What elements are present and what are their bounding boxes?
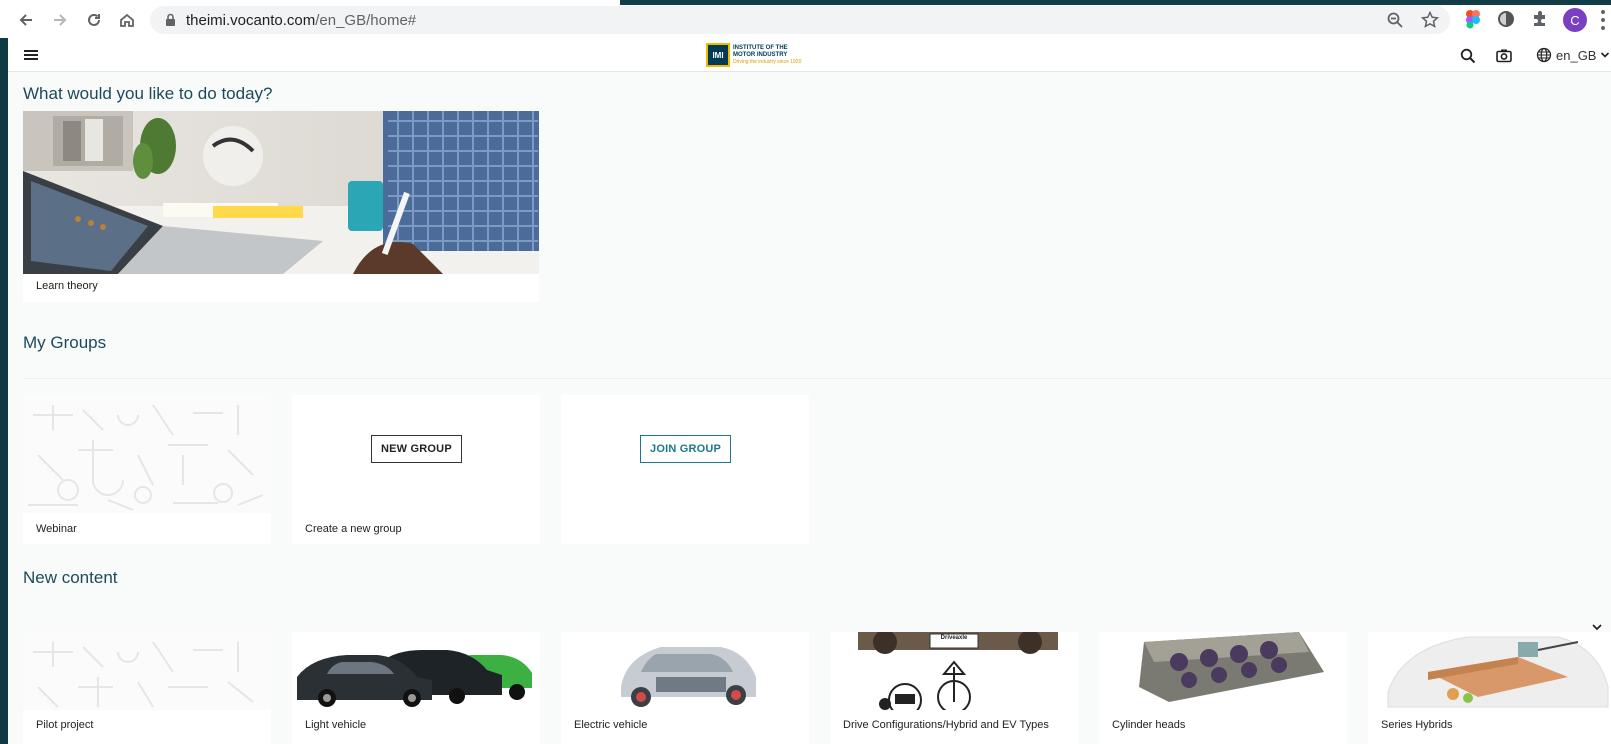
webinar-label: Webinar [36,523,77,535]
window-edge-left [0,544,8,744]
extensions-puzzle-icon[interactable] [1530,9,1550,29]
chevron-down-icon [1601,52,1610,58]
bookmark-star-icon[interactable] [1421,11,1439,29]
webinar-group-card[interactable]: Webinar [23,395,271,544]
menu-icon[interactable] [24,50,38,60]
join-group-card[interactable]: JOIN GROUP [561,395,809,544]
lock-icon [166,13,175,26]
intro-section-title: What would you like to do today? [23,84,273,103]
figma-extension-icon[interactable] [1463,9,1483,29]
imi-logo[interactable]: IMI INSTITUTE OF THE MOTOR INDUSTRY Driv… [706,42,801,68]
home-icon[interactable] [116,9,138,31]
profile-avatar[interactable]: C [1563,8,1587,32]
url-path: /en_GB/home# [315,12,417,29]
url-host: theimi.vocanto.com [186,12,316,29]
content-card-label: Pilot project [36,719,94,731]
content-card-series-hybrids[interactable]: Series Hybrids [1368,632,1611,744]
series-hybrids-image [1368,632,1611,710]
browser-toolbar: theimi.vocanto.com/en_GB/home# C [0,0,1611,38]
new-group-button[interactable]: NEW GROUP [371,435,462,463]
camera-icon[interactable] [1495,47,1513,65]
site-header: IMI INSTITUTE OF THE MOTOR INDUSTRY Driv… [8,38,1611,72]
forward-icon[interactable] [49,9,71,31]
zoom-out-icon[interactable] [1386,11,1404,29]
back-icon[interactable] [15,9,37,31]
globe-icon [1536,47,1552,63]
content-card-label: Light vehicle [305,719,367,731]
language-selector[interactable]: en_GB [1536,46,1610,64]
electric-vehicle-image [561,632,809,710]
window-edge [620,0,1611,5]
pilot-project-image [23,632,271,710]
driveaxle-caption: Driveaxle [940,635,968,641]
extension-circle-icon[interactable] [1496,9,1516,29]
site-page: IMI INSTITUTE OF THE MOTOR INDUSTRY Driv… [8,38,1611,744]
language-label: en_GB [1556,47,1597,63]
groups-divider [23,378,1611,379]
reload-icon[interactable] [83,9,105,31]
content-card-drive-configurations[interactable]: Driveaxle Drive Configurations/Hybrid an… [830,632,1078,744]
logo-tagline: Driving the industry since 1920 [733,58,802,65]
logo-badge: IMI [706,43,730,67]
cylinder-heads-image [1099,632,1347,710]
browser-menu-icon[interactable] [1600,10,1606,30]
url-text: theimi.vocanto.com/en_GB/home# [186,12,416,29]
content-card-label: Drive Configurations/Hybrid and EV Types [843,719,1049,731]
content-card-cylinder-heads[interactable]: Cylinder heads [1099,632,1347,744]
learn-theory-image [23,111,539,274]
light-vehicle-image [292,632,540,710]
content-card-pilot-project[interactable]: Pilot project [23,632,271,744]
content-card-light-vehicle[interactable]: Light vehicle [292,632,540,744]
learn-theory-label: Learn theory [36,280,98,292]
new-content-section-title: New content [23,568,118,587]
new-group-label: Create a new group [305,523,402,535]
groups-section-title: My Groups [23,333,107,352]
content-card-label: Electric vehicle [574,719,648,731]
drive-configurations-image: Driveaxle [830,632,1078,710]
content-card-label: Series Hybrids [1381,719,1453,731]
address-bar[interactable]: theimi.vocanto.com/en_GB/home# [150,6,1450,34]
tools-pattern-image [23,395,271,513]
search-icon[interactable] [1459,47,1477,65]
new-group-card[interactable]: NEW GROUP Create a new group [292,395,540,544]
logo-line-1: INSTITUTE OF THE [733,44,788,51]
learn-theory-card[interactable]: Learn theory [23,111,539,302]
join-group-button[interactable]: JOIN GROUP [640,435,732,463]
content-card-label: Cylinder heads [1112,719,1186,731]
content-card-electric-vehicle[interactable]: Electric vehicle [561,632,809,744]
logo-line-2: MOTOR INDUSTRY [733,51,788,58]
